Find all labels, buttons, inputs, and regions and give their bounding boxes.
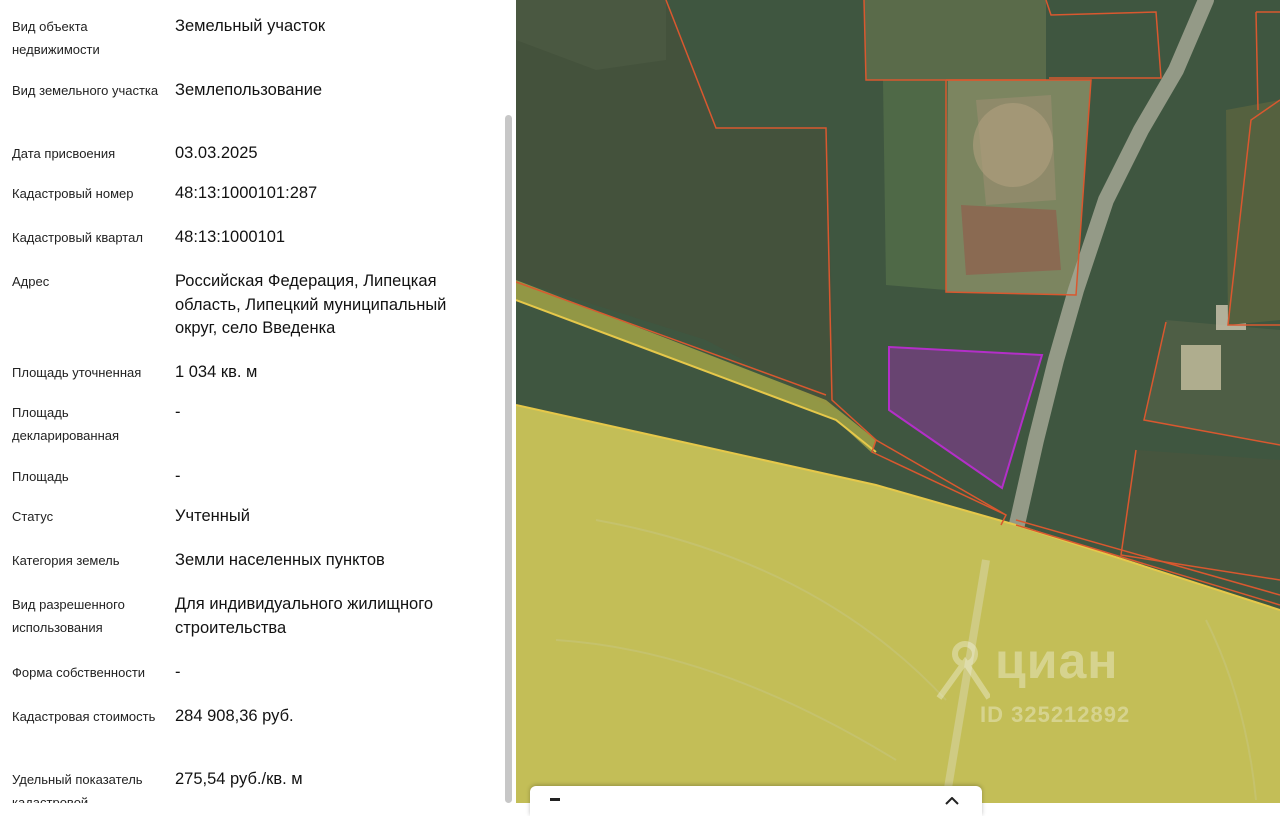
detail-label: Вид земельного участка: [12, 83, 159, 98]
detail-label: Площадь уточненная: [12, 365, 142, 380]
detail-label: Кадастровый квартал: [12, 230, 143, 245]
detail-value: Земли населенных пунктов: [175, 551, 385, 569]
card-header-dash: [550, 798, 560, 801]
satellite-map-image: [516, 0, 1280, 803]
detail-value: -: [175, 663, 181, 681]
detail-value: Землепользование: [175, 81, 323, 99]
map-info-card[interactable]: [530, 786, 982, 816]
detail-value: Земельный участок: [175, 17, 326, 35]
detail-value: 48:13:1000101: [175, 228, 286, 246]
watermark-id-text: ID 325212892: [980, 702, 1131, 727]
detail-value: 48:13:1000101:287: [175, 184, 318, 202]
detail-label: Площадь: [12, 469, 69, 484]
cian-logo-icon: [936, 641, 990, 700]
detail-value: -: [175, 467, 181, 485]
detail-value: 275,54 руб./кв. м: [175, 770, 303, 788]
scrollbar-thumb[interactable]: [505, 115, 512, 803]
detail-label: Кадастровая стоимость: [12, 709, 156, 724]
detail-label: Вид объекта недвижимости: [12, 19, 100, 57]
detail-label: Вид разрешенного использования: [12, 597, 125, 635]
property-details-panel: Вид объекта недвижимости Земельный участ…: [0, 0, 517, 803]
detail-value: 1 034 кв. м: [175, 363, 258, 381]
watermark-logo-text: циан: [995, 633, 1119, 689]
detail-value: Для индивидуального жилищного строительс…: [175, 595, 434, 637]
expand-chevron-icon[interactable]: [944, 797, 960, 805]
cadastral-map[interactable]: циан ID 325212892: [516, 0, 1280, 803]
detail-value: 284 908,36 руб.: [175, 707, 294, 725]
detail-label: Форма собственности: [12, 665, 146, 680]
detail-value: -: [175, 403, 181, 421]
detail-label: Удельный показатель кадастровой: [12, 772, 143, 803]
detail-label: Категория земель: [12, 553, 120, 568]
detail-label: Адрес: [12, 274, 50, 289]
detail-label: Дата присвоения: [12, 146, 116, 161]
detail-label: Кадастровый номер: [12, 186, 134, 201]
detail-value: Учтенный: [175, 507, 250, 525]
detail-value: Российская Федерация, Липецкая область, …: [175, 272, 447, 337]
cian-watermark: циан ID 325212892: [935, 632, 1165, 732]
detail-label: Статус: [12, 509, 54, 524]
detail-value: 03.03.2025: [175, 144, 258, 162]
detail-label: Площадь декларированная: [12, 405, 120, 443]
